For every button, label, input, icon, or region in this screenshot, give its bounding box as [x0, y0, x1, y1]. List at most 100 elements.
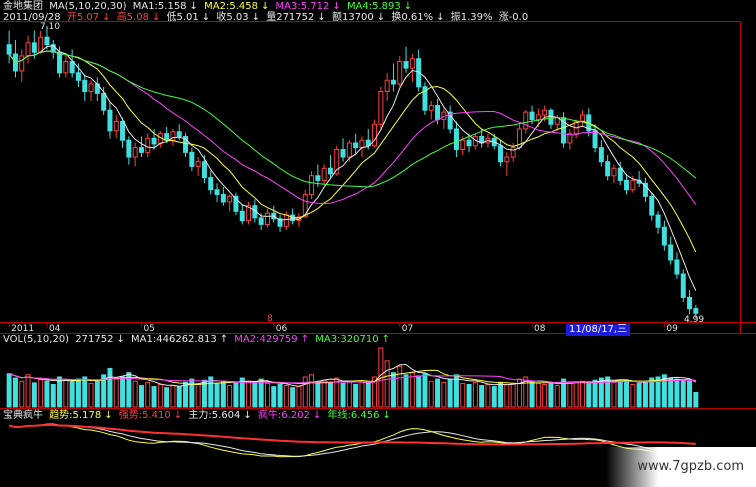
- volume-bar: [472, 381, 478, 408]
- volume-bar: [63, 379, 69, 408]
- volume-bar: [573, 381, 579, 408]
- candle-body: [693, 308, 699, 314]
- candle-body: [548, 109, 554, 125]
- candle-body: [113, 120, 119, 132]
- info-row: 2011/09/28 开5.07 ↓ 高5.08 ↓ 低5.01 ↓ 收5.03 ↓ 量…: [3, 12, 529, 23]
- volume-bar: [340, 382, 346, 408]
- candle-body: [258, 217, 264, 225]
- ma3-value: MA3:5.712: [275, 1, 330, 12]
- vol-ma2: MA2:429759: [234, 334, 298, 345]
- candle-body: [668, 244, 674, 261]
- volume-bar: [145, 381, 151, 408]
- candle-body: [75, 72, 81, 81]
- candle-body: [510, 147, 516, 158]
- volume-bar: [447, 378, 453, 408]
- candle-body: [6, 44, 12, 55]
- volume-bar: [542, 383, 548, 408]
- volume-bar: [479, 385, 485, 408]
- volume-bar: [674, 378, 680, 408]
- volume-bar: [586, 382, 592, 408]
- info-high: 高5.08: [116, 12, 149, 23]
- candle-body: [327, 167, 333, 175]
- candle-body: [321, 167, 327, 181]
- candle-body: [611, 167, 617, 177]
- volume-bar: [359, 381, 365, 408]
- info-close: 收5.03: [216, 12, 249, 23]
- candle-body: [397, 61, 403, 85]
- candle-body: [239, 210, 245, 222]
- candle-body: [687, 296, 693, 310]
- candle-body: [428, 105, 434, 111]
- candle-body: [151, 137, 157, 145]
- candle-body: [390, 79, 396, 85]
- volume-bar: [327, 381, 333, 408]
- info-change: 涨-0.0: [498, 12, 529, 23]
- volume-bar: [504, 383, 510, 408]
- candle-body: [132, 147, 138, 158]
- volume-bar: [435, 378, 441, 408]
- volume-bar: [31, 382, 37, 408]
- vol-ma1: MA1:446262.813: [131, 334, 217, 345]
- candle-body: [529, 111, 535, 121]
- candle-body: [655, 214, 661, 228]
- volume-bar: [409, 372, 415, 408]
- candle-body: [107, 109, 113, 132]
- candle-body: [69, 61, 75, 74]
- info-amplitude: 振1.39%: [450, 12, 493, 23]
- volume-bar: [428, 380, 434, 408]
- candle-body: [617, 167, 623, 181]
- ind-trend: 趋势:5.178: [49, 410, 102, 421]
- volume-bar: [466, 383, 472, 408]
- volume-bar: [384, 360, 390, 408]
- candle-body: [31, 42, 37, 53]
- candle-body: [630, 179, 636, 191]
- volume-header: VOL(5,10,20) 271752 ↓ MA1:446262.813 ↑ MA2…: [3, 334, 390, 345]
- candle-body: [214, 189, 220, 195]
- volume-bar: [88, 382, 94, 408]
- volume-bar: [403, 374, 409, 408]
- volume-bar: [113, 378, 119, 408]
- volume-bar: [151, 386, 157, 408]
- ma1-value: MA1:5.158: [132, 1, 187, 12]
- volume-bar: [693, 391, 699, 408]
- candle-body: [220, 193, 226, 203]
- candle-body: [498, 145, 504, 163]
- volume-bar: [57, 376, 63, 408]
- volume-bar: [252, 381, 258, 408]
- ind-year-line: 年线:6.456: [327, 410, 380, 421]
- candle-body: [25, 42, 31, 57]
- candle-body: [189, 151, 195, 167]
- candle-body: [605, 161, 611, 177]
- volume-bar: [624, 379, 630, 408]
- volume-bar: [422, 373, 428, 408]
- ind-main-force: 主力:5.604: [188, 410, 241, 421]
- vol-label: VOL(5,10,20): [3, 334, 70, 345]
- candle-body: [592, 130, 598, 149]
- candle-body: [453, 128, 459, 151]
- volume-bar: [296, 386, 302, 408]
- volume-bar: [50, 383, 56, 408]
- volume-bar: [460, 382, 466, 408]
- ind-strong: 强势:5.410: [118, 410, 171, 421]
- candle-body: [460, 139, 466, 151]
- vol-value: 271752: [75, 334, 114, 345]
- candle-body: [403, 61, 409, 69]
- candle-body: [120, 120, 126, 141]
- volume-bar: [82, 376, 88, 408]
- volume-bar: [195, 383, 201, 408]
- candle-body: [535, 114, 541, 121]
- volume-bar: [535, 382, 541, 408]
- high-marker: 7.10: [40, 22, 61, 32]
- candle-body: [384, 79, 390, 93]
- ind-name: 宝典疯牛: [3, 410, 43, 421]
- volume-bar: [94, 380, 100, 408]
- volume-bar: [617, 380, 623, 408]
- volume-bar: [25, 374, 31, 408]
- ind-crazy-bull: 疯牛:6.202: [257, 410, 310, 421]
- candle-body: [346, 142, 352, 158]
- volume-bar: [611, 381, 617, 408]
- volume-bar: [315, 380, 321, 408]
- candle-body: [504, 156, 510, 163]
- volume-bar: [680, 379, 686, 408]
- candle-body: [145, 137, 151, 153]
